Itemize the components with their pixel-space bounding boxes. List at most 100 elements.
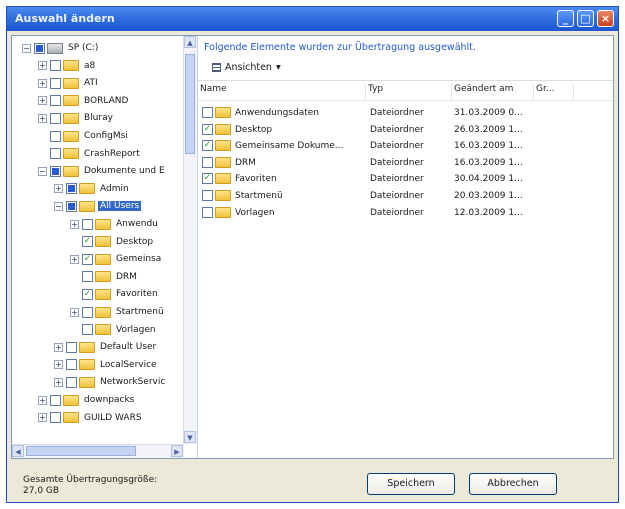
- tree-item[interactable]: − SP (C:): [22, 40, 100, 56]
- expand-icon[interactable]: +: [54, 377, 63, 387]
- scroll-up-icon[interactable]: ▲: [184, 36, 196, 48]
- cancel-button[interactable]: Abbrechen: [469, 473, 557, 495]
- tree-item[interactable]: + Startmenü: [70, 304, 166, 320]
- tree-checkbox[interactable]: ✓: [82, 236, 93, 248]
- expand-icon[interactable]: +: [70, 219, 79, 229]
- expand-icon[interactable]: +: [54, 184, 63, 194]
- tree-item[interactable]: + downpacks: [38, 392, 136, 408]
- tree-item[interactable]: + BORLAND: [38, 93, 130, 109]
- expand-icon[interactable]: +: [38, 61, 47, 71]
- close-button[interactable]: ×: [597, 10, 614, 27]
- expand-icon[interactable]: +: [54, 342, 63, 352]
- file-checkbox[interactable]: ✓: [202, 123, 213, 135]
- tree-item[interactable]: + ✓ Gemeinsa: [70, 251, 163, 267]
- tree-item[interactable]: ✓ Desktop: [70, 234, 155, 250]
- expand-icon[interactable]: +: [38, 96, 47, 106]
- tree-item[interactable]: ConfigMsi: [38, 128, 130, 144]
- expand-icon[interactable]: +: [54, 360, 63, 370]
- tree-item[interactable]: + Admin: [54, 181, 131, 197]
- tree-checkbox[interactable]: [50, 412, 61, 424]
- tree-item[interactable]: Vorlagen: [70, 322, 158, 338]
- file-row[interactable]: ✓ Favoriten Dateiordner 30.04.2009 1...: [202, 171, 602, 187]
- tree-checkbox[interactable]: [66, 376, 77, 388]
- file-row[interactable]: ✓ Gemeinsame Dokume... Dateiordner 16.03.20…: [202, 138, 602, 154]
- tree-item[interactable]: + a8: [38, 58, 97, 74]
- file-checkbox[interactable]: [202, 190, 213, 201]
- collapse-icon[interactable]: −: [54, 201, 63, 211]
- scroll-down-icon[interactable]: ▼: [184, 431, 196, 443]
- tree-item[interactable]: + Default User: [54, 339, 158, 355]
- tree-item[interactable]: + GUILD WARS: [38, 410, 144, 426]
- tree-item[interactable]: ✓ Favoriten: [70, 286, 160, 302]
- file-checkbox[interactable]: [202, 206, 213, 218]
- tree-item-label: CrashReport: [84, 148, 140, 159]
- collapse-icon[interactable]: −: [38, 166, 47, 176]
- tree-item[interactable]: DRM: [70, 269, 139, 285]
- column-header-size[interactable]: Gr...: [534, 84, 574, 100]
- tree-checkbox[interactable]: [66, 200, 77, 212]
- tree-item[interactable]: + ATI: [38, 75, 100, 91]
- tree-checkbox[interactable]: [82, 324, 93, 336]
- expand-icon[interactable]: +: [38, 78, 47, 88]
- tree-checkbox[interactable]: [50, 112, 61, 124]
- expand-icon[interactable]: +: [70, 254, 79, 264]
- file-checkbox[interactable]: [202, 156, 213, 168]
- tree-checkbox[interactable]: [66, 341, 77, 353]
- expand-icon[interactable]: +: [70, 307, 79, 317]
- scroll-left-icon[interactable]: ◀: [12, 445, 24, 457]
- scroll-thumb[interactable]: [185, 54, 195, 154]
- scroll-thumb[interactable]: [26, 446, 136, 456]
- views-button[interactable]: Ansichten ▾: [212, 62, 281, 73]
- tree-item-label: Gemeinsa: [116, 254, 162, 265]
- file-date: 30.04.2009 1...: [454, 174, 523, 185]
- tree-checkbox[interactable]: [82, 271, 93, 283]
- tree-checkbox[interactable]: [50, 60, 61, 72]
- file-checkbox[interactable]: ✓: [202, 140, 213, 152]
- tree-checkbox[interactable]: ✓: [82, 288, 93, 300]
- folder-icon: [63, 77, 79, 89]
- column-header-modified[interactable]: Geändert am: [452, 84, 534, 100]
- tree-checkbox[interactable]: [50, 77, 61, 89]
- tree-horizontal-scrollbar[interactable]: ◀ ▶: [12, 444, 184, 458]
- column-header-name[interactable]: Name: [198, 84, 366, 100]
- tree-vertical-scrollbar[interactable]: ▲ ▼: [183, 36, 197, 444]
- tree-item[interactable]: CrashReport: [38, 146, 142, 162]
- tree-checkbox[interactable]: ✓: [82, 253, 93, 265]
- file-name: Vorlagen: [235, 207, 275, 218]
- tree-checkbox[interactable]: [34, 42, 45, 54]
- tree-checkbox[interactable]: [50, 394, 61, 406]
- tree-item[interactable]: + NetworkServic: [54, 374, 167, 390]
- file-row[interactable]: ✓ Desktop Dateiordner 26.03.2009 1...: [202, 122, 602, 138]
- maximize-button[interactable]: □: [577, 10, 594, 27]
- file-row[interactable]: Anwendungsdaten Dateiordner 31.03.2009 0..…: [202, 105, 602, 121]
- file-checkbox[interactable]: [202, 107, 213, 118]
- tree-item[interactable]: + Anwendu: [70, 216, 160, 232]
- dropdown-arrow-icon: ▾: [275, 62, 281, 73]
- file-row[interactable]: Vorlagen Dateiordner 12.03.2009 1...: [202, 205, 602, 221]
- tree-item[interactable]: + Bluray: [38, 110, 115, 126]
- tree-checkbox[interactable]: [66, 183, 77, 195]
- tree-item[interactable]: − All Users: [54, 198, 142, 214]
- tree-checkbox[interactable]: [50, 130, 61, 142]
- title-bar[interactable]: Auswahl ändern _ □ ×: [7, 7, 618, 31]
- tree-item[interactable]: − Dokumente und E: [38, 163, 167, 179]
- expand-icon[interactable]: +: [38, 113, 47, 123]
- scroll-right-icon[interactable]: ▶: [171, 445, 183, 457]
- column-header-type[interactable]: Typ: [366, 84, 452, 100]
- collapse-icon[interactable]: −: [22, 43, 31, 53]
- file-row[interactable]: Startmenü Dateiordner 20.03.2009 1...: [202, 188, 602, 204]
- file-type: Dateiordner: [370, 157, 424, 168]
- tree-item[interactable]: + LocalService: [54, 357, 159, 373]
- tree-checkbox[interactable]: [66, 359, 77, 371]
- tree-checkbox[interactable]: [50, 165, 61, 177]
- tree-checkbox[interactable]: [50, 95, 61, 107]
- expand-icon[interactable]: +: [38, 395, 47, 405]
- file-row[interactable]: DRM Dateiordner 16.03.2009 1...: [202, 155, 602, 171]
- tree-checkbox[interactable]: [82, 218, 93, 230]
- expand-icon[interactable]: +: [38, 413, 47, 423]
- tree-checkbox[interactable]: [82, 306, 93, 318]
- minimize-button[interactable]: _: [557, 10, 574, 27]
- tree-checkbox[interactable]: [50, 148, 61, 160]
- save-button[interactable]: Speichern: [367, 473, 455, 495]
- file-checkbox[interactable]: ✓: [202, 173, 213, 185]
